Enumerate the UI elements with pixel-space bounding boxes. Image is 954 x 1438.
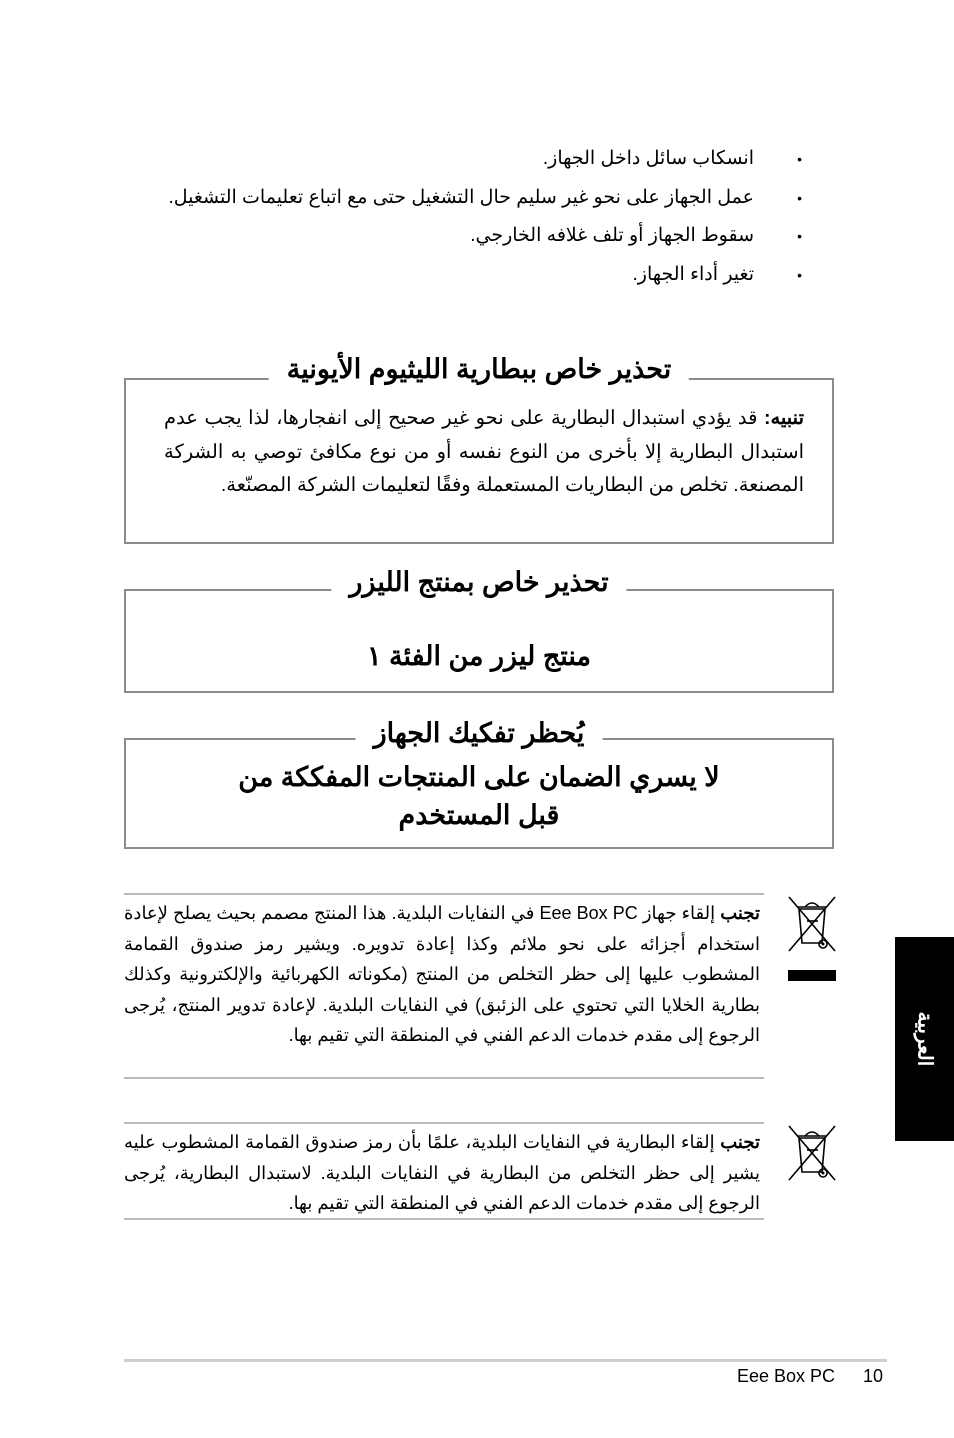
crossed-out-wheelie-bin-icon [785,1122,839,1187]
product-disposal-body: إلقاء جهاز Eee Box PC في النفايات البلدي… [124,903,760,1045]
avoid-label: تجنب [720,1132,760,1152]
bullet-icon: • [797,266,802,283]
language-tab-label: العربية [913,1011,935,1067]
battery-disposal-notice: تجنب إلقاء البطارية في النفايات البلدية،… [124,1122,764,1220]
bullet-icon: • [797,151,802,167]
lithium-battery-warning-box: تحذير خاص ببطارية الليثيوم الأيونية تنبي… [124,354,834,544]
disassembly-warning-body: لا يسري الضمان على المنتجات المفككة من ق… [126,758,832,834]
disassembly-warning-line1: لا يسري الضمان على المنتجات المفككة من [238,762,720,792]
disassembly-warning-line2: قبل المستخدم [398,800,560,830]
battery-disposal-text: تجنب إلقاء البطارية في النفايات البلدية،… [124,1124,764,1219]
lithium-warning-title: تحذير خاص ببطارية الليثيوم الأيونية [268,354,690,385]
list-item-text: تغير أداء الجهاز. [632,263,754,285]
product-disposal-notice: تجنب إلقاء جهاز Eee Box PC في النفايات ا… [124,893,764,1079]
caution-label: تنبيه: [763,407,804,429]
precaution-list: • انسكاب سائل داخل الجهاز. • عمل الجهاز عل… [104,140,802,295]
laser-warning-body: منتج ليزر من الفئة ١ [366,641,592,671]
list-item: • تغير أداء الجهاز. [104,256,802,295]
product-disposal-text: تجنب إلقاء جهاز Eee Box PC في النفايات ا… [124,895,764,1051]
disassembly-warning-box: يُحظر تفكيك الجهاز لا يسري الضمان على ال… [124,718,834,849]
laser-warning-title: تحذير خاص بمنتج الليزر [331,567,627,598]
footer-divider [124,1359,887,1362]
disassembly-warning-title: يُحظر تفكيك الجهاز [355,718,603,749]
crossed-out-wheelie-bin-icon [785,893,839,981]
laser-warning-box: تحذير خاص بمنتج الليزر منتج ليزر من الفئ… [124,567,834,693]
bullet-icon: • [797,228,802,244]
caution-text: قد يؤدي استبدال البطارية على نحو غير صحي… [164,407,804,496]
lithium-warning-body: تنبيه: قد يؤدي استبدال البطارية على نحو … [164,402,804,503]
list-item: • انسكاب سائل داخل الجهاز. [104,140,802,179]
list-item: • سقوط الجهاز أو تلف غلافه الخارجي. [104,217,802,256]
language-side-tab: العربية [895,937,954,1141]
bin-underbar [788,970,836,981]
battery-disposal-body: إلقاء البطارية في النفايات البلدية، علمً… [124,1132,760,1213]
avoid-label: تجنب [720,903,760,923]
page-number: 10 [863,1366,884,1386]
bullet-icon: • [797,189,802,206]
list-item-text: سقوط الجهاز أو تلف غلافه الخارجي. [470,225,754,246]
list-item: • عمل الجهاز على نحو غير سليم حال التشغيل… [104,179,802,218]
footer-product-name: Eee Box PC [737,1366,836,1386]
list-item-text: انسكاب سائل داخل الجهاز. [542,148,754,169]
list-item-text: عمل الجهاز على نحو غير سليم حال التشغيل … [168,186,754,208]
